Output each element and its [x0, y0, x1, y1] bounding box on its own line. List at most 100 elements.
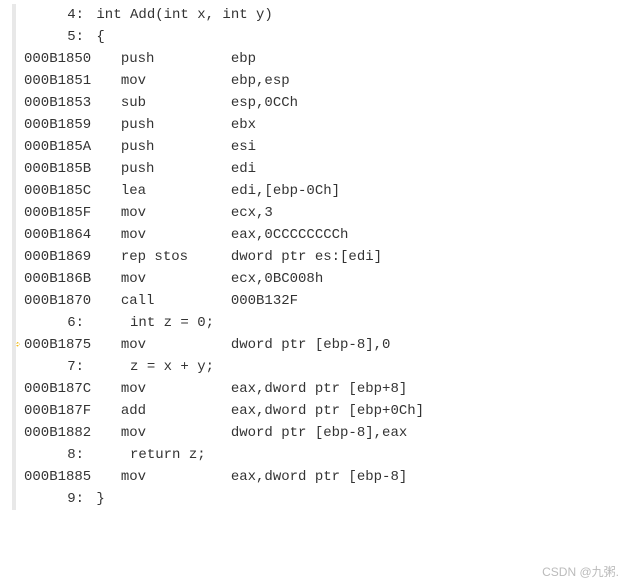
source-code: z = x + y; [96, 359, 214, 375]
line-content: 4: int Add(int x, int y) [24, 4, 629, 26]
asm-line[interactable]: 000B1864 moveax,0CCCCCCCCh [10, 224, 629, 246]
mnemonic: sub [121, 92, 231, 114]
address: 000B186B [24, 268, 104, 290]
address: 000B185B [24, 158, 104, 180]
asm-line[interactable]: 000B1853 subesp,0CCh [10, 92, 629, 114]
asm-line[interactable]: 000B1850 pushebp [10, 48, 629, 70]
line-content: 000B1885 moveax,dword ptr [ebp-8] [24, 466, 629, 488]
address: 000B1853 [24, 92, 104, 114]
operands: ebx [231, 117, 256, 133]
line-content: 000B185C leaedi,[ebp-0Ch] [24, 180, 629, 202]
operands: dword ptr [ebp-8],eax [231, 425, 407, 441]
address: 000B187C [24, 378, 104, 400]
mnemonic: mov [121, 466, 231, 488]
address: 000B185C [24, 180, 104, 202]
asm-line[interactable]: 000B187F addeax,dword ptr [ebp+0Ch] [10, 400, 629, 422]
operands: dword ptr es:[edi] [231, 249, 382, 265]
mnemonic: rep stos [121, 246, 231, 268]
asm-line[interactable]: ➪000B1875 movdword ptr [ebp-8],0 [10, 334, 629, 356]
operands: esi [231, 139, 256, 155]
mnemonic: mov [121, 70, 231, 92]
asm-line[interactable]: 000B187C moveax,dword ptr [ebp+8] [10, 378, 629, 400]
disassembly-view[interactable]: 4: int Add(int x, int y)5: {000B1850 pus… [0, 0, 629, 514]
operands: eax,dword ptr [ebp-8] [231, 469, 407, 485]
operands: edi,[ebp-0Ch] [231, 183, 340, 199]
asm-line[interactable]: 000B185C leaedi,[ebp-0Ch] [10, 180, 629, 202]
mnemonic: mov [121, 334, 231, 356]
source-line-number: 4: [24, 4, 88, 26]
mnemonic: push [121, 48, 231, 70]
source-line-number: 8: [24, 444, 88, 466]
asm-line[interactable]: 000B185A pushesi [10, 136, 629, 158]
address: 000B1869 [24, 246, 104, 268]
address: 000B187F [24, 400, 104, 422]
line-content: 000B1882 movdword ptr [ebp-8],eax [24, 422, 629, 444]
mnemonic: push [121, 158, 231, 180]
line-content: 8: return z; [24, 444, 629, 466]
line-content: 000B185B pushedi [24, 158, 629, 180]
address: 000B1859 [24, 114, 104, 136]
mnemonic: call [121, 290, 231, 312]
source-line[interactable]: 8: return z; [10, 444, 629, 466]
address: 000B185A [24, 136, 104, 158]
address: 000B1882 [24, 422, 104, 444]
line-content: 9: } [24, 488, 629, 510]
mnemonic: lea [121, 180, 231, 202]
asm-line[interactable]: 000B1869 rep stosdword ptr es:[edi] [10, 246, 629, 268]
operands: ecx,3 [231, 205, 273, 221]
source-line-number: 9: [24, 488, 88, 510]
source-line[interactable]: 5: { [10, 26, 629, 48]
asm-line[interactable]: 000B186B movecx,0BC008h [10, 268, 629, 290]
line-content: 000B185A pushesi [24, 136, 629, 158]
address: 000B1850 [24, 48, 104, 70]
operands: 000B132F [231, 293, 298, 309]
operands: ecx,0BC008h [231, 271, 323, 287]
address: 000B185F [24, 202, 104, 224]
mnemonic: mov [121, 422, 231, 444]
line-content: 000B1859 pushebx [24, 114, 629, 136]
operands: edi [231, 161, 256, 177]
line-content: 000B186B movecx,0BC008h [24, 268, 629, 290]
address: 000B1870 [24, 290, 104, 312]
mnemonic: push [121, 136, 231, 158]
operands: eax,dword ptr [ebp+0Ch] [231, 403, 424, 419]
line-content: 6: int z = 0; [24, 312, 629, 334]
asm-line[interactable]: 000B1859 pushebx [10, 114, 629, 136]
source-code: return z; [96, 447, 205, 463]
address: 000B1885 [24, 466, 104, 488]
mnemonic: mov [121, 378, 231, 400]
address: 000B1864 [24, 224, 104, 246]
source-line[interactable]: 9: } [10, 488, 629, 510]
source-code: int Add(int x, int y) [96, 7, 272, 23]
asm-line[interactable]: 000B1851 movebp,esp [10, 70, 629, 92]
line-content: 000B1864 moveax,0CCCCCCCCh [24, 224, 629, 246]
source-code: int z = 0; [96, 315, 214, 331]
line-content: 5: { [24, 26, 629, 48]
source-line[interactable]: 7: z = x + y; [10, 356, 629, 378]
operands: esp,0CCh [231, 95, 298, 111]
operands: ebp [231, 51, 256, 67]
line-content: 000B1850 pushebp [24, 48, 629, 70]
operands: eax,0CCCCCCCCh [231, 227, 349, 243]
line-content: 000B187C moveax,dword ptr [ebp+8] [24, 378, 629, 400]
watermark: CSDN @九粥. [542, 563, 619, 580]
line-content: 000B1851 movebp,esp [24, 70, 629, 92]
operands: ebp,esp [231, 73, 290, 89]
source-line[interactable]: 4: int Add(int x, int y) [10, 4, 629, 26]
line-content: 000B1870 call000B132F [24, 290, 629, 312]
asm-line[interactable]: 000B1885 moveax,dword ptr [ebp-8] [10, 466, 629, 488]
mnemonic: mov [121, 268, 231, 290]
asm-line[interactable]: 000B1882 movdword ptr [ebp-8],eax [10, 422, 629, 444]
source-line[interactable]: 6: int z = 0; [10, 312, 629, 334]
asm-line[interactable]: 000B185F movecx,3 [10, 202, 629, 224]
source-line-number: 6: [24, 312, 88, 334]
asm-line[interactable]: 000B185B pushedi [10, 158, 629, 180]
source-code: } [96, 491, 104, 507]
line-content: 000B1869 rep stosdword ptr es:[edi] [24, 246, 629, 268]
source-line-number: 7: [24, 356, 88, 378]
mnemonic: add [121, 400, 231, 422]
operands: dword ptr [ebp-8],0 [231, 337, 391, 353]
asm-line[interactable]: 000B1870 call000B132F [10, 290, 629, 312]
source-code: { [96, 29, 104, 45]
mnemonic: push [121, 114, 231, 136]
